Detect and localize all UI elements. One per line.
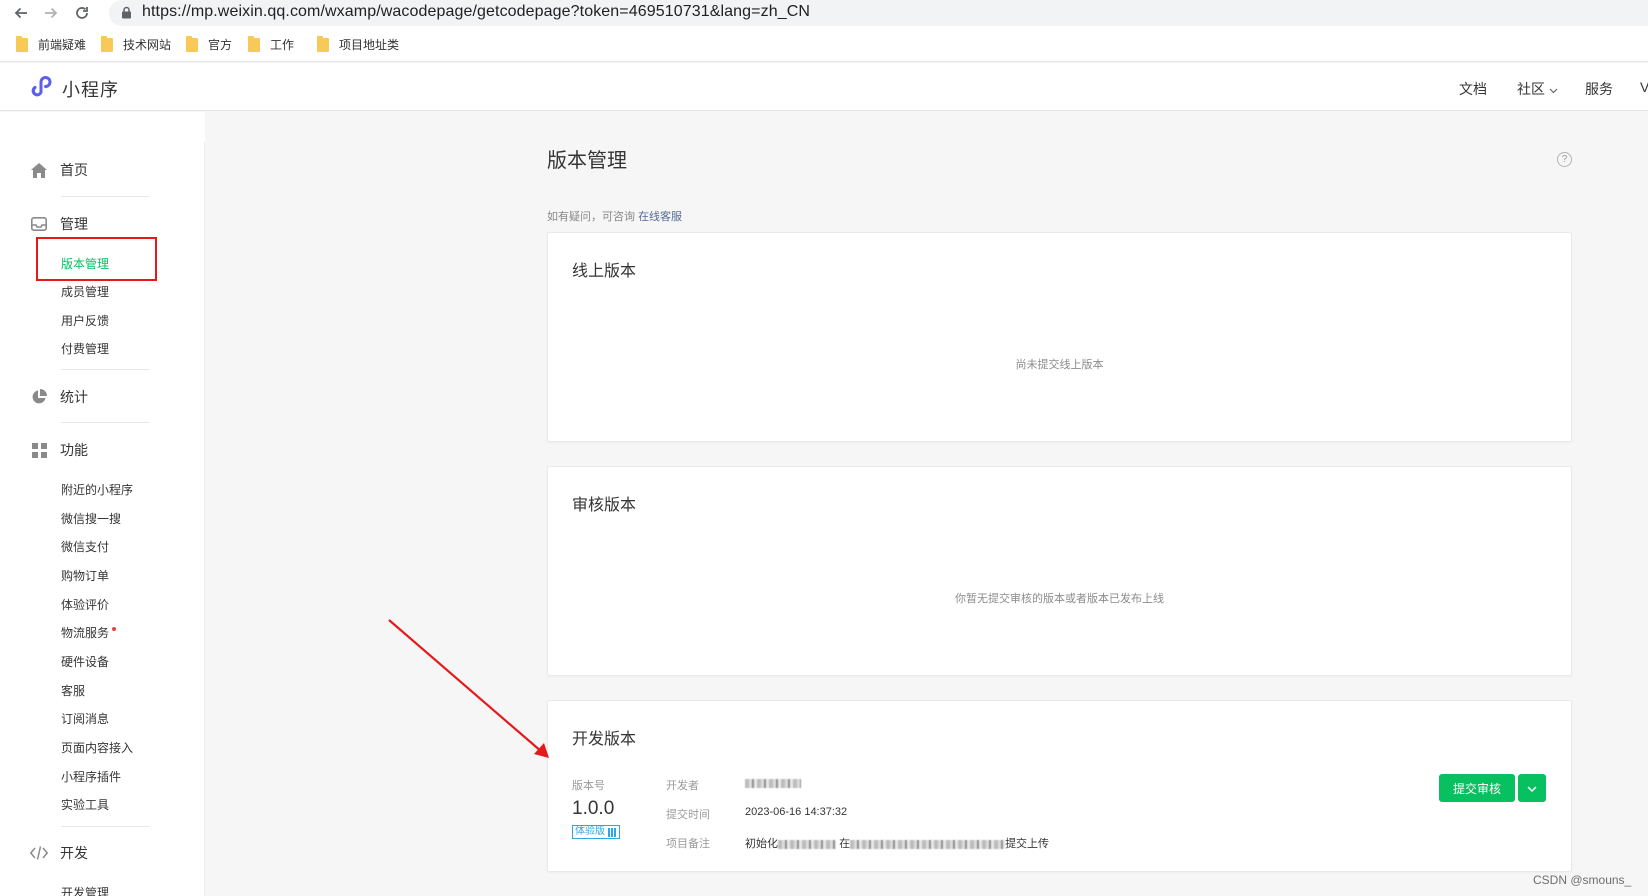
folder-icon [16,35,28,52]
sidebar-divider-line [61,826,149,827]
sidebar-divider-line [61,196,149,197]
lock-icon [121,6,132,24]
review-version-card: 审核版本 你暂无提交审核的版本或者版本已发布上线 [547,466,1572,676]
watermark: CSDN @smouns_ [1533,873,1632,887]
sidebar-item-stats[interactable]: 统计 [30,387,88,407]
sidebar-item-search[interactable]: 微信搜一搜 [61,510,121,527]
help-hint: 如有疑问，可咨询 在线客服 [547,211,683,223]
sidebar-item-manage[interactable]: 管理 [30,214,88,234]
url-field[interactable]: https://mp.weixin.qq.com/wxamp/wacodepag… [109,0,1648,26]
developer-label: 开发者 [666,780,699,792]
trial-badge[interactable]: 体验版 [572,825,620,839]
sidebar-item-plugins[interactable]: 小程序插件 [61,768,121,785]
folder-icon [186,35,198,52]
bookmark-item[interactable]: 技术网站 [101,35,171,53]
sidebar-item-subscribe[interactable]: 订阅消息 [61,710,109,727]
miniprogram-logo-icon [30,73,56,104]
nav-overflow[interactable]: V [1640,79,1648,95]
bookmark-item[interactable]: 前端疑难 [16,35,86,53]
submit-time-value: 2023-06-16 14:37:32 [745,806,848,818]
sidebar-item-dev-management[interactable]: 开发管理 [61,884,109,896]
nav-services[interactable]: 服务 [1585,79,1613,99]
sidebar-item-version-management[interactable]: 版本管理 [61,255,109,272]
empty-state-text: 尚未提交线上版本 [1015,359,1104,371]
sidebar-item-page-content[interactable]: 页面内容接入 [61,739,133,756]
bookmark-item[interactable]: 官方 [186,35,232,53]
redacted-block [745,778,801,788]
submit-time-label: 提交时间 [666,809,710,821]
help-circle-icon[interactable]: ? [1557,152,1572,167]
qr-code-icon [608,827,617,837]
sidebar-item-feedback[interactable]: 用户反馈 [61,312,109,329]
card-title: 线上版本 [572,263,637,280]
sidebar-item-features[interactable]: 功能 [30,440,88,460]
sidebar-item-members[interactable]: 成员管理 [61,283,109,300]
sidebar-item-customer-service[interactable]: 客服 [61,682,85,699]
develop-version-card: 开发版本 版本号 1.0.0 体验版 开发者 提交时间 2023-06-16 1… [547,700,1572,872]
note-label: 项目备注 [666,838,710,850]
sidebar-item-payment[interactable]: 付费管理 [61,340,109,357]
sidebar-item-lab-tools[interactable]: 实验工具 [61,796,109,813]
sidebar-divider-line [61,422,149,423]
nav-community[interactable]: 社区 [1517,79,1558,99]
sidebar-item-nearby[interactable]: 附近的小程序 [61,481,133,498]
pie-chart-icon [30,388,48,406]
submit-review-button[interactable]: 提交审核 [1439,774,1515,802]
online-version-card: 线上版本 尚未提交线上版本 [547,232,1572,442]
grid-icon [30,441,48,459]
notification-dot [112,627,117,631]
folder-icon [101,35,113,52]
folder-icon [317,35,329,52]
card-title: 审核版本 [572,497,637,514]
sidebar-item-hardware[interactable]: 硬件设备 [61,653,109,670]
brand[interactable]: 小程序 [30,73,119,104]
nav-docs[interactable]: 文档 [1459,79,1487,99]
home-icon [30,161,48,179]
url-text: https://mp.weixin.qq.com/wxamp/wacodepag… [142,3,810,20]
sidebar-item-logistics[interactable]: 物流服务 [61,624,117,641]
sidebar-item-dev[interactable]: 开发 [30,843,88,863]
more-actions-button[interactable] [1518,774,1546,802]
note-value: 初始化 在提交上传 [745,838,1050,850]
version-number: 1.0.0 [572,798,615,819]
sidebar-item-pay[interactable]: 微信支付 [61,538,109,555]
developer-value-redacted [745,777,801,789]
card-title: 开发版本 [572,731,637,748]
bookmarks-bar: 前端疑难 技术网站 官方 工作 项目地址类 [0,26,1648,62]
reload-icon[interactable] [71,2,93,24]
inbox-icon [30,215,48,233]
browser-address-bar: https://mp.weixin.qq.com/wxamp/wacodepag… [0,0,1648,26]
redacted-block [778,839,836,849]
bookmark-item[interactable]: 项目地址类 [317,35,399,53]
brand-name: 小程序 [62,79,119,100]
sidebar-item-rating[interactable]: 体验评价 [61,596,109,613]
sidebar-divider-line [61,369,149,370]
version-label: 版本号 [572,780,605,792]
chevron-down-icon [1527,779,1537,797]
redacted-block [850,839,1006,849]
folder-icon [248,35,260,52]
bookmark-item[interactable]: 工作 [248,35,294,53]
sidebar-divider [204,142,205,896]
site-header: 小程序 文档 社区 服务 V [0,63,1648,111]
page-title: 版本管理 [547,150,627,172]
empty-state-text: 你暂无提交审核的版本或者版本已发布上线 [955,593,1164,605]
forward-arrow-icon[interactable] [40,2,62,24]
chevron-down-icon [1549,81,1558,97]
code-icon [30,844,48,862]
back-arrow-icon[interactable] [10,2,32,24]
sidebar-item-home[interactable]: 首页 [30,160,88,180]
online-support-link[interactable]: 在线客服 [638,211,682,223]
sidebar-item-orders[interactable]: 购物订单 [61,567,109,584]
